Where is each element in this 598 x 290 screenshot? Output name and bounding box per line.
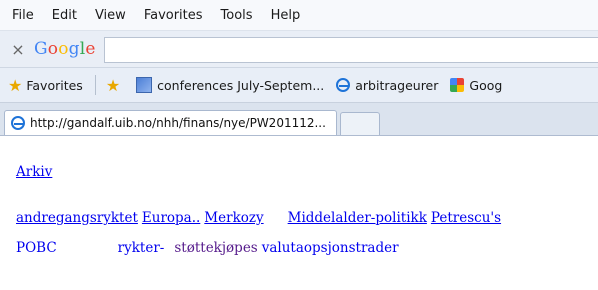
favorite-arbitrageurer[interactable]: arbitrageurer [336, 78, 438, 93]
link-row: andregangsryktet Europa.. Merkozy Middel… [16, 210, 598, 226]
tabs-bar: http://gandalf.uib.no/nhh/finans/nye/PW2… [0, 103, 598, 136]
ie-icon [336, 78, 351, 92]
menu-file[interactable]: File [12, 8, 34, 23]
menu-edit[interactable]: Edit [52, 8, 77, 23]
favorites-button[interactable]: ★ Favorites [0, 76, 83, 95]
menu-favorites[interactable]: Favorites [144, 8, 203, 23]
tab-active[interactable]: http://gandalf.uib.no/nhh/finans/nye/PW2… [4, 110, 337, 135]
link-merkozy[interactable]: Merkozy [204, 210, 263, 226]
close-icon[interactable]: × [6, 40, 30, 59]
archive-link[interactable]: Arkiv [16, 164, 52, 180]
grid-icon [136, 77, 153, 93]
ie-icon [11, 116, 25, 130]
favorites-bar: ★ Favorites ★ conferences July-Septem...… [0, 68, 598, 103]
menu-bar: File Edit View Favorites Tools Help [0, 0, 598, 31]
google-icon [450, 78, 465, 92]
favorite-conferences[interactable]: conferences July-Septem... [136, 77, 324, 93]
add-favorite-button[interactable]: ★ [106, 76, 124, 95]
link-valutaopsjonstrader[interactable]: valutaopsjonstrader [262, 240, 399, 256]
favorite-conferences-label: conferences July-Septem... [157, 77, 325, 93]
search-bar: × Google [0, 31, 598, 68]
favorite-google[interactable]: Goog [450, 78, 502, 93]
link-europa[interactable]: Europa.. [142, 210, 200, 226]
favorites-label: Favorites [26, 77, 83, 93]
search-input[interactable] [103, 37, 598, 63]
add-star-icon: ★ [105, 75, 121, 95]
divider [94, 75, 96, 95]
favorite-google-label: Goog [469, 77, 503, 93]
link-petrescus[interactable]: Petrescu's [431, 210, 501, 226]
star-icon: ★ [8, 75, 23, 95]
new-tab-button[interactable] [339, 112, 380, 135]
menu-tools[interactable]: Tools [221, 8, 253, 23]
link-middelalder-politikk[interactable]: Middelalder-politikk [288, 210, 427, 226]
tab-url: http://gandalf.uib.no/nhh/finans/nye/PW2… [30, 116, 326, 130]
google-logo: Google [34, 39, 96, 59]
link-andregangsryktet[interactable]: andregangsryktet [16, 210, 138, 226]
link-row: POBC rykter- støttekjøpes valutaopsjonst… [16, 240, 598, 256]
link-stottekjopes[interactable]: støttekjøpes [174, 240, 257, 256]
browser-chrome: File Edit View Favorites Tools Help × Go… [0, 0, 598, 136]
link-rykter[interactable]: rykter- [118, 240, 165, 256]
page-content: Arkiv andregangsryktet Europa.. Merkozy … [0, 136, 598, 256]
menu-view[interactable]: View [95, 8, 126, 23]
menu-help[interactable]: Help [271, 8, 301, 23]
link-pobc[interactable]: POBC [16, 240, 57, 256]
favorite-arbitrageurer-label: arbitrageurer [355, 77, 439, 93]
